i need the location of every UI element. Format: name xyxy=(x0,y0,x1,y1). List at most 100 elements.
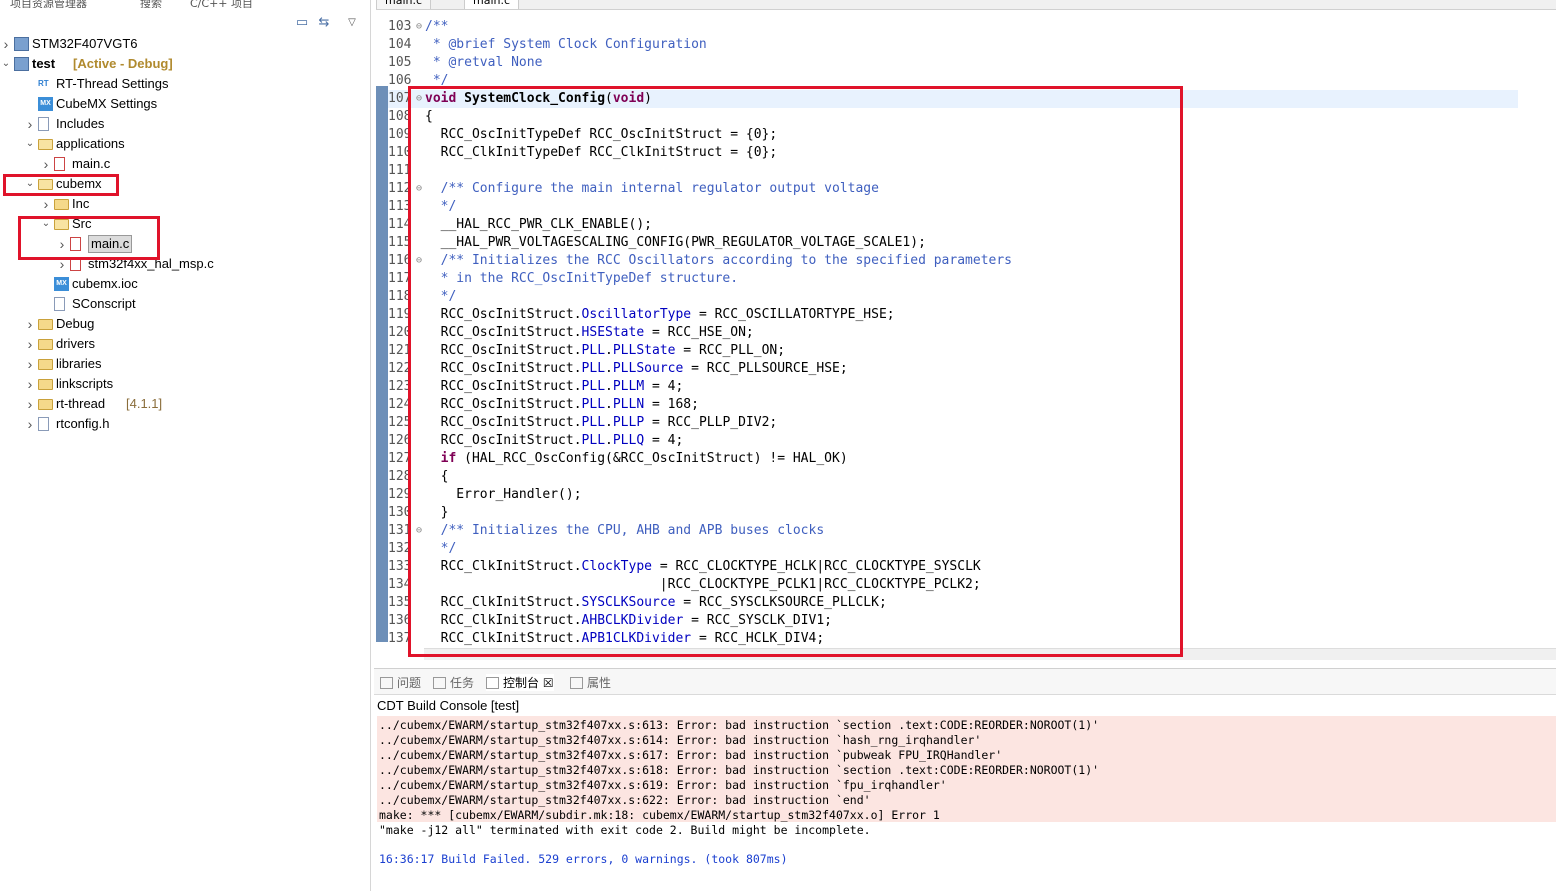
code-line[interactable]: 103 ⊖/** xyxy=(388,18,1518,36)
tree-item-src[interactable]: ⌄ Src xyxy=(40,214,340,234)
code-line[interactable]: 129 Error_Handler(); xyxy=(388,486,1518,504)
chevron-right-icon[interactable]: › xyxy=(24,414,36,434)
tab-console[interactable]: 控制台 ☒ xyxy=(486,674,554,691)
tree-item-inc[interactable]: › Inc xyxy=(40,194,340,214)
chevron-right-icon[interactable]: › xyxy=(40,154,52,174)
code-line[interactable]: 124 RCC_OscInitStruct.PLL.PLLN = 168; xyxy=(388,396,1518,414)
tree-item-sconscript[interactable]: SConscript xyxy=(40,294,340,314)
fold-toggle-icon[interactable]: ⊖ xyxy=(416,18,422,36)
code-line[interactable]: 116 ⊖ /** Initializes the RCC Oscillators… xyxy=(388,252,1518,270)
editor-tab-main-c-1[interactable]: main.c xyxy=(376,0,432,9)
tree-item-drivers[interactable]: › drivers xyxy=(24,334,324,354)
code-line[interactable]: 104 * @brief System Clock Configuration xyxy=(388,36,1518,54)
fold-toggle-icon[interactable]: ⊖ xyxy=(416,522,422,540)
chevron-right-icon[interactable]: › xyxy=(40,194,52,214)
tree-item-includes[interactable]: › Includes xyxy=(24,114,324,134)
code-line[interactable]: 109 RCC_OscInitTypeDef RCC_OscInitStruct… xyxy=(388,126,1518,144)
code-line[interactable]: 127 if (HAL_RCC_OscConfig(&RCC_OscInitSt… xyxy=(388,450,1518,468)
code-line[interactable]: 126 RCC_OscInitStruct.PLL.PLLQ = 4; xyxy=(388,432,1518,450)
code-line[interactable]: 133 RCC_ClkInitStruct.ClockType = RCC_CL… xyxy=(388,558,1518,576)
code-line[interactable]: 118 */ xyxy=(388,288,1518,306)
chevron-down-icon[interactable]: ⌄ xyxy=(40,214,52,234)
code-line[interactable]: 112 ⊖ /** Configure the main internal reg… xyxy=(388,180,1518,198)
code-text: /** xyxy=(425,19,449,34)
chevron-right-icon[interactable]: › xyxy=(56,234,68,254)
code-line[interactable]: 114 __HAL_RCC_PWR_CLK_ENABLE(); xyxy=(388,216,1518,234)
tab-problems[interactable]: 问题 xyxy=(380,674,421,691)
tree-item-stm32f4xx-hal-msp-c[interactable]: › stm32f4xx_hal_msp.c xyxy=(56,254,356,274)
chevron-right-icon[interactable]: › xyxy=(24,114,36,134)
code-line[interactable]: 105 * @retval None xyxy=(388,54,1518,72)
code-line[interactable]: 119 RCC_OscInitStruct.OscillatorType = R… xyxy=(388,306,1518,324)
line-number: 122 xyxy=(388,361,412,376)
code-text: */ xyxy=(425,73,449,88)
code-line[interactable]: 131 ⊖ /** Initializes the CPU, AHB and AP… xyxy=(388,522,1518,540)
tree-item-test[interactable]: ⌄ test [Active - Debug] xyxy=(0,54,300,74)
code-line[interactable]: 137 RCC_ClkInitStruct.APB1CLKDivider = R… xyxy=(388,630,1518,648)
tree-item-cubemx-settings[interactable]: MX CubeMX Settings xyxy=(24,94,324,114)
code-line[interactable]: 107 ⊖ void SystemClock_Config(void) xyxy=(388,90,1518,108)
chevron-down-icon[interactable]: ⌄ xyxy=(24,174,36,194)
chevron-down-icon[interactable]: ⌄ xyxy=(0,54,12,74)
tree-item-stm32f407vgt6[interactable]: › STM32F407VGT6 xyxy=(0,34,300,54)
tree-item-rt-thread-settings[interactable]: RT RT-Thread Settings xyxy=(24,74,324,94)
chevron-right-icon[interactable]: › xyxy=(24,394,36,414)
tab-search[interactable]: 搜索 xyxy=(140,0,162,8)
explorer-tabs: 项目资源管理器 搜索 C/C++ 项目 xyxy=(0,0,371,8)
code-line[interactable]: 134 |RCC_CLOCKTYPE_PCLK1|RCC_CLOCKTYPE_P… xyxy=(388,576,1518,594)
code-line[interactable]: 110 RCC_ClkInitTypeDef RCC_ClkInitStruct… xyxy=(388,144,1518,162)
line-number: 136 xyxy=(388,613,412,628)
tree-item-cubemx-ioc[interactable]: MX cubemx.ioc xyxy=(40,274,340,294)
chevron-down-icon[interactable]: ⌄ xyxy=(24,134,36,154)
tab-tasks-label: 任务 xyxy=(450,676,475,690)
tab-cpp-projects[interactable]: C/C++ 项目 xyxy=(190,0,253,8)
code-line[interactable]: 136 RCC_ClkInitStruct.AHBCLKDivider = RC… xyxy=(388,612,1518,630)
tree-item-rt-thread[interactable]: › rt-thread [4.1.1] xyxy=(24,394,324,414)
collapse-all-icon[interactable]: ▭ xyxy=(294,15,310,31)
tree-item-cubemx[interactable]: ⌄ cubemx xyxy=(24,174,324,194)
tree-item-main-c[interactable]: › main.c xyxy=(56,234,356,254)
code-line[interactable]: 135 RCC_ClkInitStruct.SYSCLKSource = RCC… xyxy=(388,594,1518,612)
close-icon[interactable]: ☒ xyxy=(543,676,554,690)
code-line[interactable]: 128 { xyxy=(388,468,1518,486)
code-line[interactable]: 120 RCC_OscInitStruct.HSEState = RCC_HSE… xyxy=(388,324,1518,342)
code-line[interactable]: 108 { xyxy=(388,108,1518,126)
chevron-right-icon[interactable]: › xyxy=(56,254,68,274)
code-line[interactable]: 113 */ xyxy=(388,198,1518,216)
chevron-right-icon[interactable]: › xyxy=(24,334,36,354)
code-line[interactable]: 125 RCC_OscInitStruct.PLL.PLLP = RCC_PLL… xyxy=(388,414,1518,432)
code-line[interactable]: 111 xyxy=(388,162,1518,180)
code-line[interactable]: 106 */ xyxy=(388,72,1518,90)
code-line[interactable]: 115 __HAL_PWR_VOLTAGESCALING_CONFIG(PWR_… xyxy=(388,234,1518,252)
horizontal-scrollbar[interactable] xyxy=(424,648,1556,660)
code-line[interactable]: 132 */ xyxy=(388,540,1518,558)
code-line[interactable]: 122 RCC_OscInitStruct.PLL.PLLSource = RC… xyxy=(388,360,1518,378)
line-number: 120 xyxy=(388,325,412,340)
tree-item-main-c[interactable]: › main.c xyxy=(40,154,340,174)
c-file-icon xyxy=(54,157,65,171)
chevron-right-icon[interactable]: › xyxy=(24,314,36,334)
tree-item-rtconfig-h[interactable]: › rtconfig.h xyxy=(24,414,324,434)
code-line[interactable]: 121 RCC_OscInitStruct.PLL.PLLState = RCC… xyxy=(388,342,1518,360)
code-line[interactable]: 117 * in the RCC_OscInitTypeDef structur… xyxy=(388,270,1518,288)
tree-item-applications[interactable]: ⌄ applications xyxy=(24,134,324,154)
editor-tab-main-c-2[interactable]: main.c xyxy=(464,0,520,9)
code-editor[interactable]: main.c main.c 103 ⊖/** 104 * @brief System… xyxy=(376,0,1556,664)
tree-item-libraries[interactable]: › libraries xyxy=(24,354,324,374)
tree-item-debug[interactable]: › Debug xyxy=(24,314,324,334)
chevron-right-icon[interactable]: › xyxy=(24,354,36,374)
code-line[interactable]: 130 } xyxy=(388,504,1518,522)
tab-project-explorer[interactable]: 项目资源管理器 xyxy=(10,0,87,8)
link-editor-icon[interactable]: ⇆ xyxy=(316,15,332,31)
fold-toggle-icon[interactable]: ⊖ xyxy=(416,252,422,270)
tab-properties[interactable]: 属性 xyxy=(570,674,611,691)
code-line[interactable]: 123 RCC_OscInitStruct.PLL.PLLM = 4; xyxy=(388,378,1518,396)
fold-toggle-icon[interactable]: ⊖ xyxy=(416,90,422,108)
chevron-right-icon[interactable]: › xyxy=(0,34,12,54)
chevron-right-icon[interactable]: › xyxy=(24,374,36,394)
tree-item-linkscripts[interactable]: › linkscripts xyxy=(24,374,324,394)
tab-tasks[interactable]: 任务 xyxy=(433,674,474,691)
view-menu-icon[interactable]: ▽ xyxy=(344,15,360,31)
fold-toggle-icon[interactable]: ⊖ xyxy=(416,180,422,198)
console-output[interactable]: ../cubemx/EWARM/startup_stm32f407xx.s:61… xyxy=(377,716,1556,837)
